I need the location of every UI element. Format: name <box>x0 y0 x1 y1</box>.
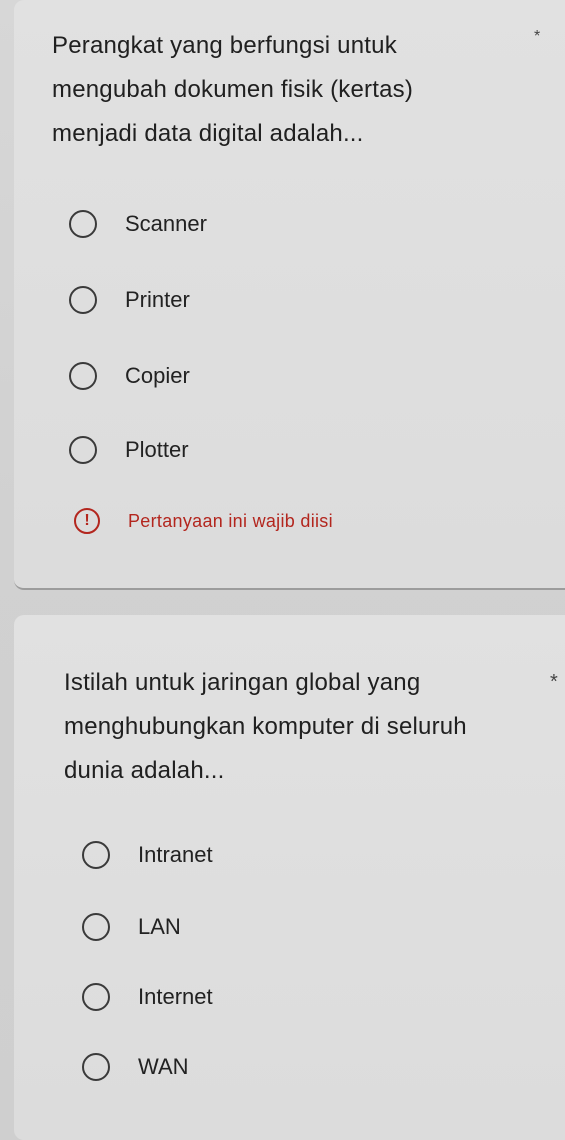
option-label: Intranet <box>138 842 213 867</box>
radio-button[interactable] <box>69 210 97 238</box>
option-internet[interactable]: Internet <box>82 983 213 1011</box>
option-intranet[interactable]: Intranet <box>82 841 213 869</box>
radio-button[interactable] <box>82 983 110 1011</box>
option-label: LAN <box>138 914 181 939</box>
radio-button[interactable] <box>69 436 97 464</box>
radio-button[interactable] <box>69 286 97 314</box>
radio-button[interactable] <box>69 362 97 390</box>
option-label: Plotter <box>125 437 189 462</box>
option-wan[interactable]: WAN <box>82 1053 189 1081</box>
form-page: Perangkat yang berfungsi untuk mengubah … <box>0 0 565 1140</box>
option-label: Internet <box>138 984 213 1009</box>
question-card-1: Perangkat yang berfungsi untuk mengubah … <box>14 0 565 590</box>
option-lan[interactable]: LAN <box>82 913 181 941</box>
option-label: Copier <box>125 363 190 388</box>
radio-button[interactable] <box>82 913 110 941</box>
question-2-text: Istilah untuk jaringan global yang mengh… <box>64 669 467 784</box>
option-scanner[interactable]: Scanner <box>69 210 207 238</box>
validation-error: ! Pertanyaan ini wajib diisi <box>74 508 333 534</box>
option-copier[interactable]: Copier <box>69 362 190 390</box>
radio-button[interactable] <box>82 841 110 869</box>
option-plotter[interactable]: Plotter <box>69 436 189 464</box>
radio-button[interactable] <box>82 1053 110 1081</box>
option-printer[interactable]: Printer <box>69 286 190 314</box>
option-label: Scanner <box>125 211 207 236</box>
option-label: WAN <box>138 1054 189 1079</box>
required-indicator: * <box>534 28 541 45</box>
option-label: Printer <box>125 287 190 312</box>
alert-icon: ! <box>74 508 100 534</box>
question-1-text: Perangkat yang berfungsi untuk mengubah … <box>52 32 414 147</box>
question-card-2: Istilah untuk jaringan global yang mengh… <box>14 615 565 1140</box>
required-indicator: * <box>550 671 558 693</box>
error-message: Pertanyaan ini wajib diisi <box>128 510 333 531</box>
